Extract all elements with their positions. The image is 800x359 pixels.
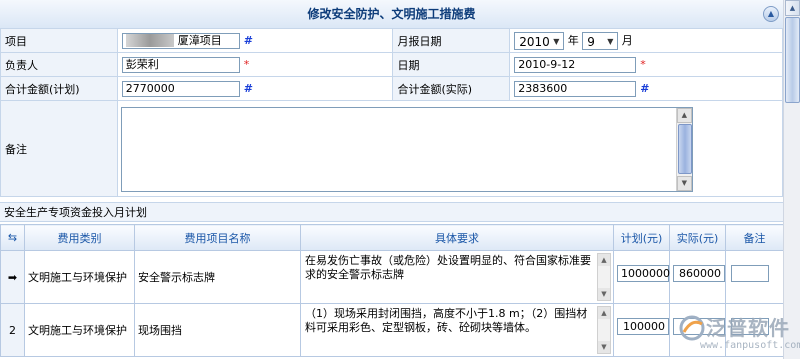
requirement-cell[interactable]: 在易发伤亡事故（或危险）处设置明显的、符合国家标准要求的安全警示标志牌 ▲ ▼ xyxy=(300,250,614,304)
plan-grid: ⇆ 费用类别 费用项目名称 具体要求 计划(元) 实际(元) 备注 ➡ 文明施工… xyxy=(0,224,783,357)
scroll-thumb[interactable] xyxy=(785,17,800,103)
logo-name: 泛普软件 xyxy=(706,316,790,340)
remark-scrollbar[interactable]: ▲ ▼ xyxy=(675,108,692,191)
column-header[interactable]: 备注 xyxy=(725,224,783,251)
remark-input[interactable] xyxy=(731,265,769,282)
owner-field[interactable]: 彭荣利 xyxy=(121,56,240,73)
lookup-hash-icon[interactable]: # xyxy=(244,34,253,47)
month-value: 9 xyxy=(587,34,595,49)
plan-cell: 100000 xyxy=(613,303,670,357)
chevron-down-icon: ▼ xyxy=(553,36,560,46)
year-unit: 年 xyxy=(567,33,579,47)
column-header[interactable]: 实际(元) xyxy=(669,224,726,251)
project-cell: 厦漳项目 # xyxy=(116,28,394,53)
required-mark: * xyxy=(640,57,646,71)
month-label: 月报日期 xyxy=(392,28,511,53)
scroll-up-icon[interactable]: ▲ xyxy=(785,0,800,16)
scroll-up-icon[interactable]: ▲ xyxy=(598,254,610,266)
collapse-icon[interactable]: ▲ xyxy=(763,6,779,22)
lookup-hash-icon[interactable]: # xyxy=(640,82,649,95)
scroll-up-icon[interactable]: ▲ xyxy=(598,307,610,319)
current-row-arrow-icon: ➡ xyxy=(0,250,25,304)
actual-input[interactable]: 860000 xyxy=(673,265,725,282)
table-row[interactable]: ➡ 文明施工与环境保护 安全警示标志牌 在易发伤亡事故（或危险）处设置明显的、符… xyxy=(0,250,783,304)
year-select[interactable]: 2010 ▼ xyxy=(514,31,565,50)
actual-total-label: 合计金额(实际) xyxy=(392,76,511,101)
category-cell[interactable]: 文明施工与环境保护 xyxy=(24,303,135,357)
table-row[interactable]: 2 文明施工与环境保护 现场围挡 （1）现场采用封闭围挡，高度不小于1.8 m；… xyxy=(0,303,783,357)
remark-grid-cell xyxy=(725,250,783,304)
requirement-text: 在易发伤亡事故（或危险）处设置明显的、符合国家标准要求的安全警示标志牌 xyxy=(305,254,591,281)
grid-header-row: ⇆ 费用类别 费用项目名称 具体要求 计划(元) 实际(元) 备注 xyxy=(0,224,783,251)
page-scrollbar[interactable]: ▲ xyxy=(783,0,800,359)
month-unit: 月 xyxy=(621,33,633,47)
item-cell[interactable]: 现场围挡 xyxy=(134,303,301,357)
logo-url: www.fanpusoft.com xyxy=(700,340,800,351)
window-title: 修改安全防护、文明施工措施费 ▲ xyxy=(0,0,783,29)
lookup-hash-icon[interactable]: # xyxy=(244,82,253,95)
actual-cell: 860000 xyxy=(669,250,726,304)
project-label: 项目 xyxy=(0,28,118,53)
remark-label: 备注 xyxy=(0,100,118,197)
window-title-text: 修改安全防护、文明施工措施费 xyxy=(307,7,476,21)
category-cell[interactable]: 文明施工与环境保护 xyxy=(24,250,135,304)
header-form: 项目 厦漳项目 # 月报日期 2010 ▼ 年 9 ▼ 月 负责人 彭荣利 * 日期 2… xyxy=(0,28,783,197)
date-cell: 2010-9-12 * xyxy=(509,52,783,77)
plan-total-field[interactable]: 2770000 xyxy=(121,80,240,97)
column-header[interactable]: 具体要求 xyxy=(300,224,614,251)
scroll-down-icon[interactable]: ▼ xyxy=(598,288,610,300)
watermark-logo: 泛普软件 www.fanpusoft.com xyxy=(678,312,800,358)
required-mark: * xyxy=(243,57,250,71)
chevron-down-icon: ▼ xyxy=(607,36,614,46)
scroll-up-icon[interactable]: ▲ xyxy=(676,108,692,123)
scroll-thumb[interactable] xyxy=(677,124,692,174)
plan-input[interactable]: 1000000 xyxy=(617,265,670,282)
column-header[interactable]: 计划(元) xyxy=(613,224,670,251)
month-cell: 2010 ▼ 年 9 ▼ 月 xyxy=(509,28,783,53)
item-cell[interactable]: 安全警示标志牌 xyxy=(134,250,301,304)
plan-input[interactable]: 100000 xyxy=(617,318,669,335)
remark-cell: ▲ ▼ xyxy=(116,100,783,197)
year-value: 2010 xyxy=(519,34,550,49)
date-label: 日期 xyxy=(392,52,511,77)
plan-total-label: 合计金额(计划) xyxy=(0,76,118,101)
plan-total-cell: 2770000 # xyxy=(116,76,394,101)
actual-total-field[interactable]: 2383600 xyxy=(514,80,637,97)
requirement-scrollbar[interactable]: ▲ ▼ xyxy=(597,253,611,301)
form-page: 修改安全防护、文明施工措施费 ▲ 项目 厦漳项目 # 月报日期 2010 ▼ 年 9… xyxy=(0,0,783,359)
plan-cell: 1000000 xyxy=(613,250,670,304)
column-header[interactable]: 费用项目名称 xyxy=(134,224,301,251)
date-field[interactable]: 2010-9-12 xyxy=(514,56,637,73)
section-title: 安全生产专项资金投入月计划 xyxy=(0,202,783,222)
project-field[interactable]: 厦漳项目 xyxy=(121,32,240,49)
requirement-text: （1）现场采用封闭围挡，高度不小于1.8 m；（2）围挡材料可采用彩色、定型钢板… xyxy=(305,307,588,334)
row-selector-icon[interactable]: ⇆ xyxy=(0,224,25,251)
row-number: 2 xyxy=(0,303,25,357)
owner-cell: 彭荣利 * xyxy=(116,52,394,77)
owner-label: 负责人 xyxy=(0,52,118,77)
column-header[interactable]: 费用类别 xyxy=(24,224,135,251)
redacted-mask xyxy=(125,34,174,47)
month-select[interactable]: 9 ▼ xyxy=(582,31,619,50)
remark-textarea[interactable]: ▲ ▼ xyxy=(120,107,693,192)
scroll-down-icon[interactable]: ▼ xyxy=(676,176,692,191)
logo-icon xyxy=(679,315,705,341)
project-value: 厦漳项目 xyxy=(177,33,222,47)
requirement-cell[interactable]: （1）现场采用封闭围挡，高度不小于1.8 m；（2）围挡材料可采用彩色、定型钢板… xyxy=(300,303,614,357)
scroll-down-icon[interactable]: ▼ xyxy=(598,341,610,353)
requirement-scrollbar[interactable]: ▲ ▼ xyxy=(597,306,611,354)
actual-total-cell: 2383600 # xyxy=(509,76,783,101)
